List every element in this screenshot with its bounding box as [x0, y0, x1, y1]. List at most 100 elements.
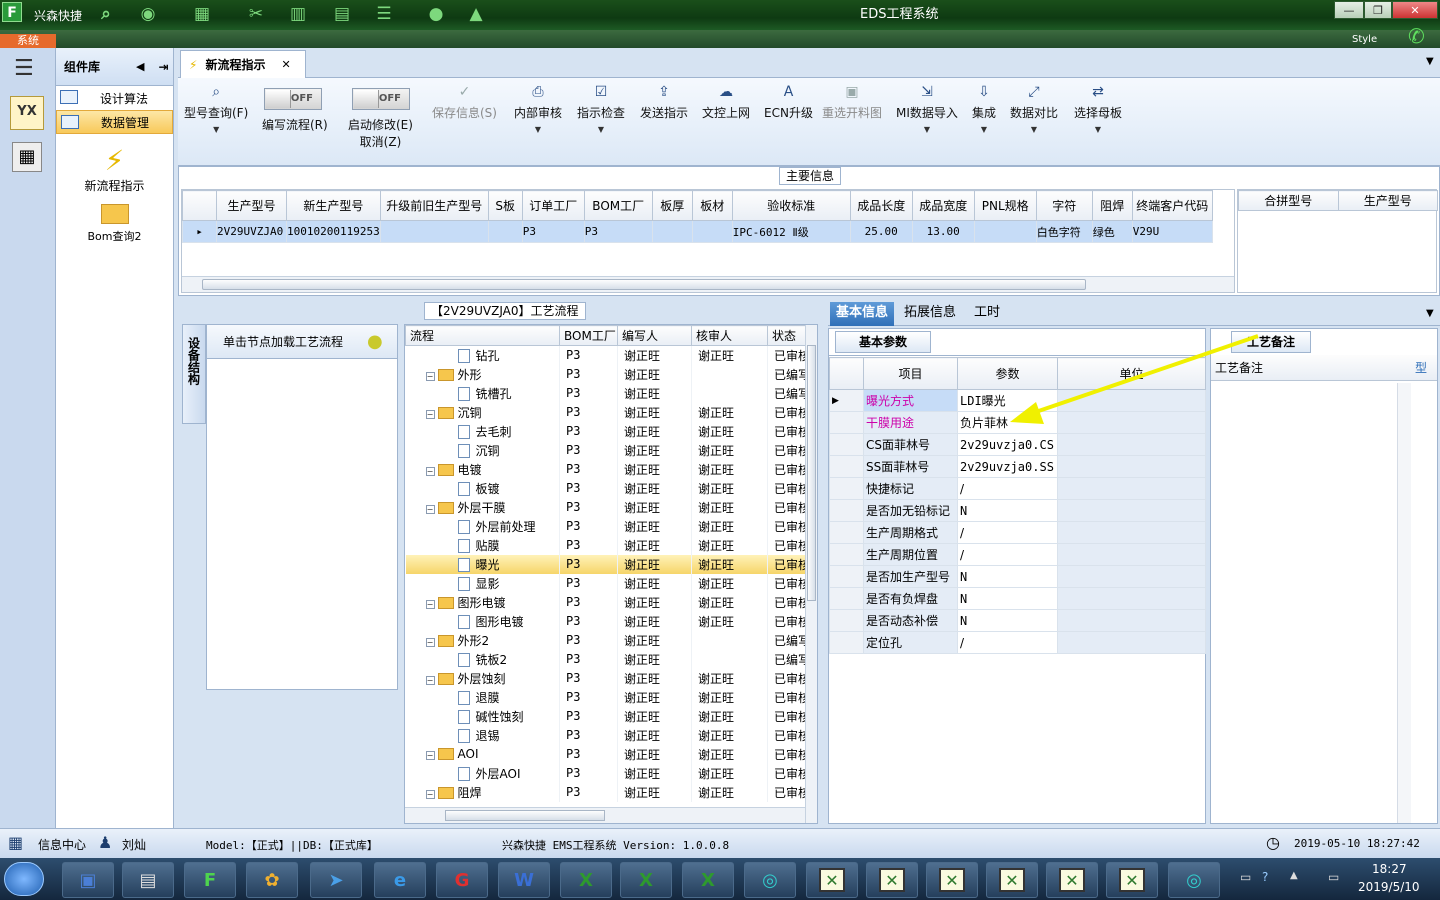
scroll-thumb[interactable] [807, 345, 816, 601]
param-unit[interactable] [1057, 565, 1206, 588]
tree-node[interactable]: 铣槽孔 [405, 383, 560, 403]
taskbar-f-app-icon[interactable]: F [184, 862, 236, 898]
taskbar-excel-icon[interactable]: X [620, 862, 672, 898]
taskbar-save-icon[interactable]: ▣ [62, 862, 114, 898]
tree-row[interactable]: −外层蚀刻P3谢正旺谢正旺已审核 [405, 668, 806, 688]
param-value[interactable]: N [957, 565, 1058, 588]
tree-node[interactable]: 显影 [405, 573, 560, 593]
param-unit[interactable] [1057, 499, 1206, 522]
param-row[interactable]: 是否加生产型号 N [829, 565, 1206, 588]
style-menu[interactable]: Style [1352, 34, 1377, 45]
tree-row[interactable]: −外层干膜P3谢正旺谢正旺已审核 [405, 497, 806, 517]
nav-item-design-algo[interactable]: 设计算法 [56, 86, 173, 110]
mi-import-button[interactable]: ⇲ MI数据导入 ▼ [896, 84, 958, 134]
tab-extended-info[interactable]: 拓展信息 [898, 302, 962, 326]
column-header[interactable]: BOM工厂 [583, 190, 653, 221]
column-header[interactable]: 板材 [691, 190, 733, 221]
expand-toggle-icon[interactable]: − [425, 675, 435, 685]
column-header[interactable]: 核审人 [691, 325, 768, 346]
collapse-left-icon[interactable]: ◀ [136, 60, 144, 73]
table-row[interactable]: ▸ 2V29UVZJA0 10010200119253 P3 P3 IPC-6012 Ⅱ级… [182, 220, 1213, 243]
tree-node[interactable]: − AOI [405, 744, 560, 764]
column-header[interactable]: 字符 [1035, 190, 1093, 221]
scissors-icon[interactable]: ✂ [244, 3, 268, 25]
select-mother-board-button[interactable]: ⇄ 选择母板 ▼ [1074, 84, 1122, 134]
taskbar-x-window-icon[interactable]: ✕ [1106, 862, 1158, 898]
table-cell[interactable] [487, 220, 523, 243]
table-cell[interactable]: 绿色 [1091, 220, 1133, 243]
tree-node[interactable]: − 阻焊 [405, 782, 560, 802]
tree-node[interactable]: 去毛刺 [405, 421, 560, 441]
param-value[interactable]: / [957, 631, 1058, 654]
model-query-button[interactable]: ⌕ 型号查询(F) ▼ [184, 84, 248, 134]
expand-toggle-icon[interactable]: − [425, 409, 435, 419]
table-cell[interactable] [651, 220, 693, 243]
tree-node[interactable]: − 图形电镀 [405, 592, 560, 612]
column-header[interactable]: 阻焊 [1091, 190, 1133, 221]
tree-node[interactable]: − 外形2 [405, 630, 560, 650]
tree-row[interactable]: − 外形2 P3谢正旺 已编写 [405, 630, 806, 650]
film-icon[interactable]: ▥ [286, 3, 310, 25]
tab-basic-info[interactable]: 基本信息 [830, 302, 895, 326]
param-unit[interactable] [1057, 433, 1206, 456]
tray-icon[interactable]: ▭ [1240, 870, 1251, 884]
taskbar-x-window-icon[interactable]: ✕ [986, 862, 1038, 898]
globe-icon[interactable]: ◉ [136, 3, 160, 25]
column-header[interactable]: S板 [487, 190, 523, 221]
list-icon[interactable]: ☰ [372, 3, 396, 25]
tree-row[interactable]: −沉铜P3谢正旺谢正旺已审核 [405, 402, 806, 422]
column-header[interactable]: 订单工厂 [521, 190, 585, 221]
param-value[interactable]: N [957, 587, 1058, 610]
column-header[interactable]: PNL规格 [973, 190, 1037, 221]
expand-toggle-icon[interactable]: − [425, 789, 435, 799]
taskbar-g-icon[interactable]: G [436, 862, 488, 898]
table-cell[interactable] [379, 220, 489, 243]
table-icon[interactable]: ▦ [190, 3, 214, 25]
param-row[interactable]: 生产周期格式 / [829, 521, 1206, 544]
param-value[interactable]: N [957, 609, 1058, 632]
table-cell[interactable]: 13.00 [911, 220, 975, 243]
column-header[interactable]: 终端客户代码 [1131, 190, 1213, 221]
tree-node[interactable]: 曝光 [405, 554, 560, 574]
column-header[interactable]: 状态 [767, 325, 806, 346]
param-value[interactable]: / [957, 521, 1058, 544]
column-header[interactable]: 项目 [863, 357, 958, 390]
param-value[interactable]: 2v29uvzja0.CS [957, 433, 1058, 456]
horizontal-scrollbar[interactable] [182, 276, 1234, 292]
column-header[interactable]: 编写人 [617, 325, 692, 346]
tree-node[interactable]: 碱性蚀刻 [405, 706, 560, 726]
tree-row[interactable]: 贴膜P3谢正旺谢正旺已审核 [405, 535, 806, 555]
table-cell[interactable]: 2V29UVZJA0 [216, 220, 287, 243]
tree-node[interactable]: 贴膜 [405, 535, 560, 555]
column-header[interactable]: 新生产型号 [286, 190, 381, 221]
tree-node[interactable]: 外层前处理 [405, 516, 560, 536]
tree-row[interactable]: 外层前处理P3谢正旺谢正旺已审核 [405, 516, 806, 536]
vertical-scrollbar[interactable] [805, 325, 817, 823]
param-row[interactable]: 生产周期位置 / [829, 543, 1206, 566]
tab-list-chevron-icon[interactable]: ▼ [1426, 56, 1434, 67]
user-icon[interactable]: ● [424, 3, 448, 25]
new-flow-instruction-item[interactable]: ⚡ 新流程指示 [56, 144, 173, 194]
tree-row[interactable]: −AOIP3谢正旺谢正旺已审核 [405, 744, 806, 764]
tree-row[interactable]: 去毛刺P3谢正旺谢正旺已审核 [405, 421, 806, 441]
tree-row[interactable]: 钻孔P3谢正旺谢正旺已审核 [405, 345, 806, 365]
param-unit[interactable] [1057, 609, 1206, 632]
tree-node[interactable]: 退膜 [405, 687, 560, 707]
param-row[interactable]: 是否加无铅标记 N [829, 499, 1206, 522]
pin-icon[interactable]: ⇥ [158, 60, 168, 74]
chevron-down-icon[interactable]: ▼ [1426, 308, 1434, 319]
table-cell[interactable]: 白色字符 [1035, 220, 1093, 243]
help-icon[interactable]: ? [1262, 870, 1268, 884]
param-row[interactable]: 快捷标记 / [829, 477, 1206, 500]
tree-row[interactable]: −电镀P3谢正旺谢正旺已审核 [405, 459, 806, 479]
vertical-scrollbar[interactable] [1397, 383, 1411, 823]
tree-row[interactable]: 铣槽孔 P3谢正旺 已编写 [405, 383, 806, 403]
document-icon[interactable]: ▤ [330, 3, 354, 25]
param-value[interactable]: / [957, 477, 1058, 500]
scroll-thumb[interactable] [445, 810, 605, 821]
column-header[interactable]: 流程 [405, 325, 560, 346]
instruction-check-button[interactable]: ☑ 指示检查 ▼ [577, 84, 625, 134]
taskbar-keyboard-icon[interactable]: ▤ [122, 862, 174, 898]
column-header[interactable]: 验收标准 [731, 190, 851, 221]
tree-row[interactable]: 曝光P3谢正旺谢正旺已审核 [405, 554, 806, 574]
